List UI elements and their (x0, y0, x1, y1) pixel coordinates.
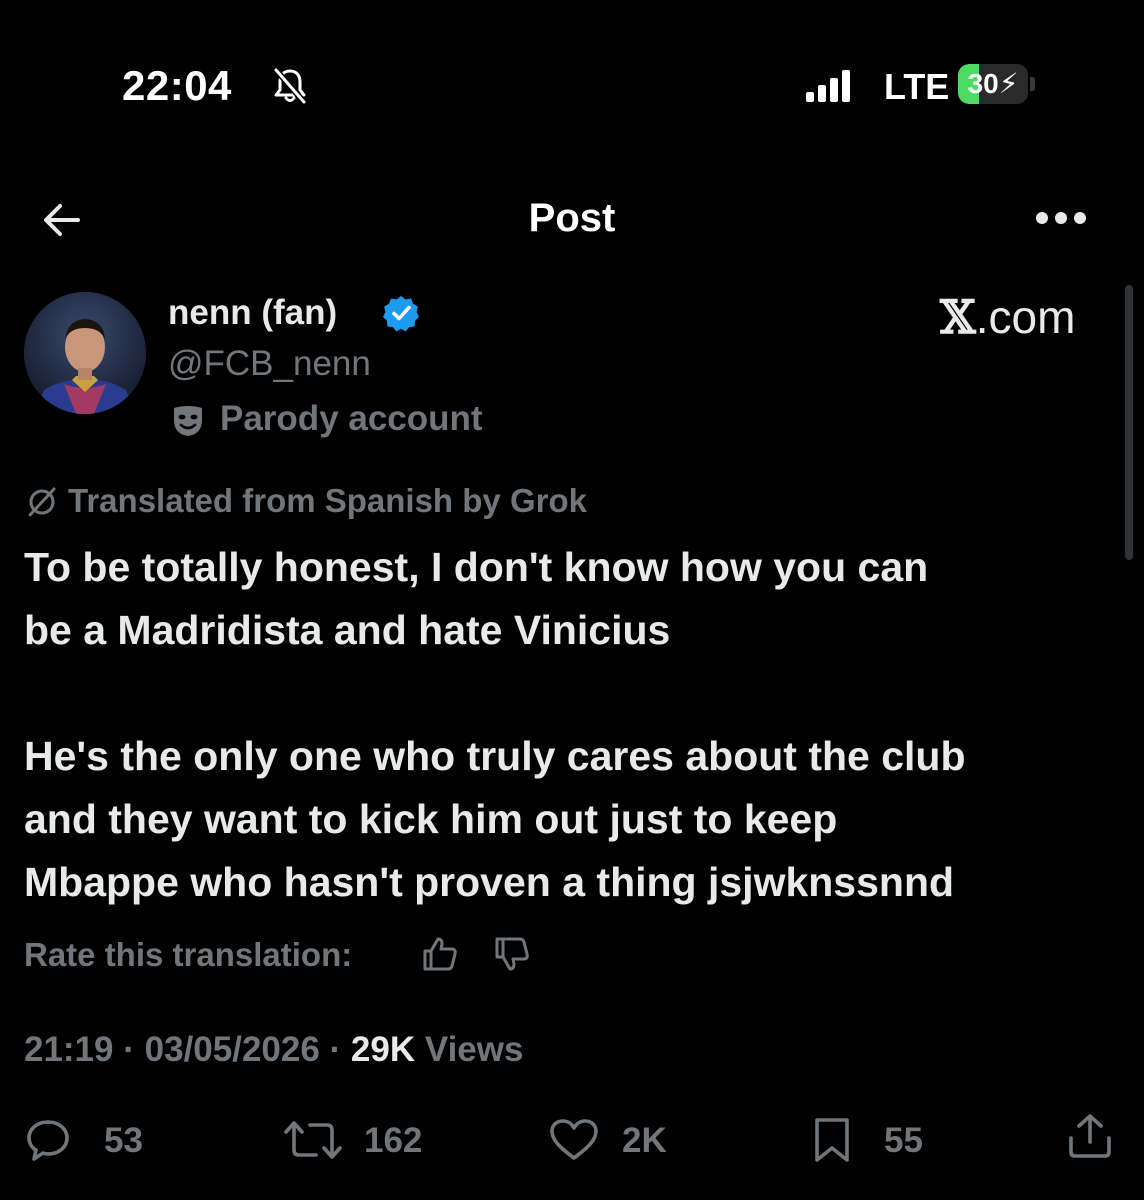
post-time: 21:19 (24, 1030, 114, 1069)
scrollbar-thumb[interactable] (1125, 285, 1133, 560)
post-date: 03/05/2026 (144, 1030, 320, 1069)
battery-level: 30 (967, 68, 999, 99)
parody-account-label: Parody account (220, 399, 483, 438)
views-label: Views (415, 1030, 524, 1069)
page-title: Post (528, 196, 616, 240)
like-count: 2K (622, 1121, 667, 1160)
reply-icon[interactable] (24, 1116, 72, 1164)
repost-icon[interactable] (282, 1116, 344, 1164)
meta-separator: · (319, 1030, 351, 1069)
tweet-line: and they want to kick him out just to ke… (24, 796, 838, 842)
x-logo-icon: 𝕏 (940, 290, 976, 344)
more-horizontal-icon[interactable] (1034, 210, 1088, 226)
bolt-icon: ⚡ (998, 68, 1019, 99)
avatar-image (24, 292, 146, 414)
thumbs-up-icon[interactable] (420, 934, 460, 974)
post-meta: 21:19 · 03/05/2026 · 29K Views (24, 1030, 523, 1070)
battery-charging-icon: 30⚡ (958, 64, 1036, 104)
theater-mask-icon (174, 406, 202, 436)
heart-icon[interactable] (548, 1116, 600, 1164)
tweet-line: be a Madridista and hate Vinicius (24, 607, 671, 653)
x-com-watermark: 𝕏.com (940, 290, 1075, 344)
share-icon[interactable] (1066, 1112, 1114, 1160)
verified-badge-icon (383, 296, 419, 332)
author-display-name[interactable]: nenn (fan) (168, 293, 337, 333)
thumbs-down-icon[interactable] (492, 934, 532, 974)
watermark-domain: .com (975, 291, 1076, 343)
bell-slash-icon (273, 68, 307, 104)
battery-cap (1030, 77, 1035, 91)
author-handle[interactable]: @FCB_nenn (168, 344, 371, 384)
network-type: LTE (884, 66, 950, 107)
paragraph-spacer (24, 662, 1119, 725)
bookmark-count: 55 (884, 1121, 923, 1160)
views-count[interactable]: 29K (351, 1030, 415, 1069)
grok-icon (28, 487, 56, 517)
signal-bars-icon (806, 70, 850, 102)
tweet-line: He's the only one who truly cares about … (24, 733, 966, 779)
reply-count: 53 (104, 1121, 143, 1160)
tweet-line: Mbappe who hasn't proven a thing jsjwkns… (24, 859, 955, 905)
avatar[interactable] (24, 292, 146, 414)
repost-count: 162 (364, 1121, 423, 1160)
rate-translation-label: Rate this translation: (24, 936, 353, 973)
translated-note[interactable]: Translated from Spanish by Grok (68, 482, 587, 520)
tweet-line: To be totally honest, I don't know how y… (24, 544, 929, 590)
tweet-text: To be totally honest, I don't know how y… (24, 536, 1119, 914)
meta-separator: · (113, 1030, 145, 1069)
bookmark-icon[interactable] (808, 1116, 856, 1164)
status-time: 22:04 (122, 62, 232, 109)
